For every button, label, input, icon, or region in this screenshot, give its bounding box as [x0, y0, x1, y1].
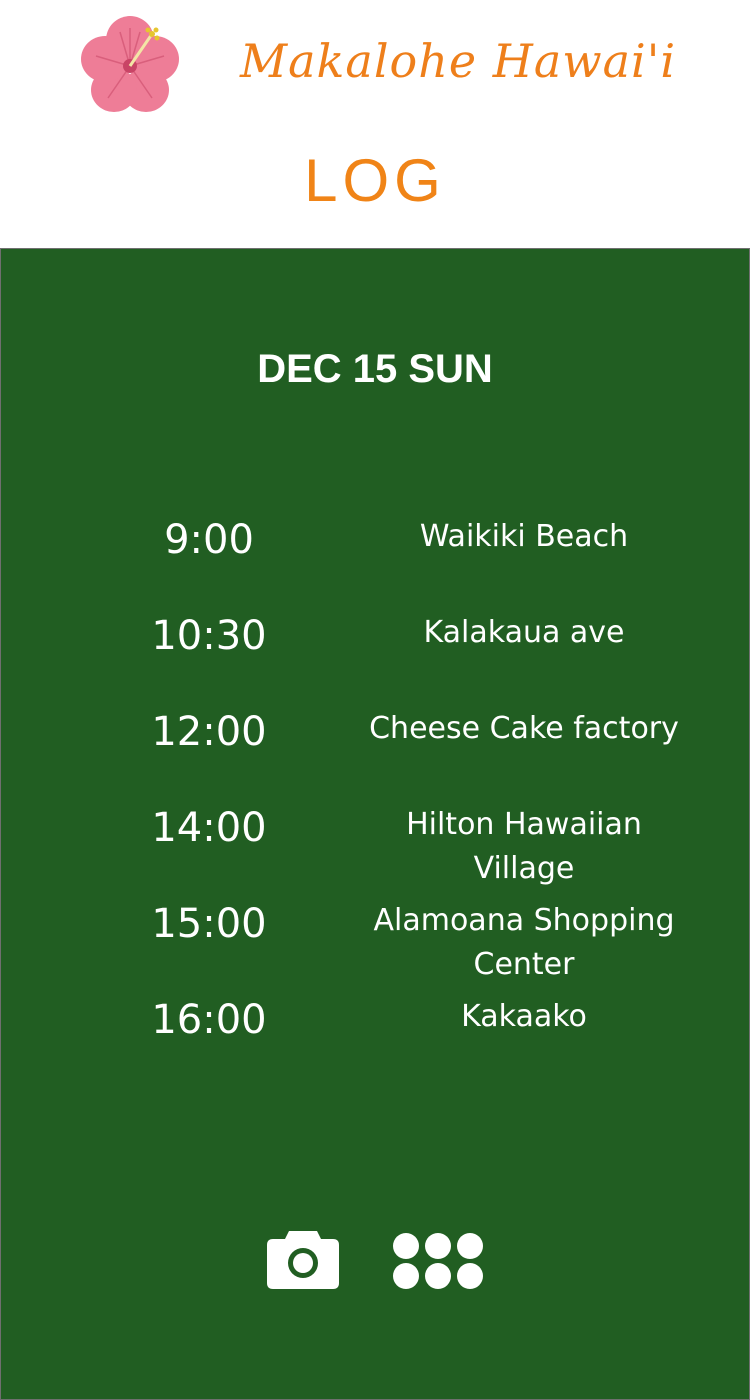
app-title: Makalohe Hawai'i — [240, 34, 677, 88]
log-place: Hilton Hawaiian Village — [406, 807, 642, 886]
log-place: Kalakaua ave — [423, 615, 625, 650]
page-title: LOG — [304, 147, 446, 214]
log-time: 15:00 — [151, 901, 267, 947]
hibiscus-flower-icon — [81, 16, 179, 112]
log-entry[interactable]: 14:00 Hilton Hawaiian Village — [1, 799, 749, 895]
log-time: 10:30 — [151, 613, 267, 659]
log-entry[interactable]: 16:00 Kakaako — [1, 991, 749, 1087]
app-header: Makalohe Hawai'i LOG — [0, 0, 750, 248]
log-place: Alamoana Shopping Center — [373, 903, 675, 982]
log-time: 12:00 — [151, 709, 267, 755]
grid-dots-icon — [393, 1233, 483, 1289]
log-place: Cheese Cake factory — [369, 711, 679, 746]
log-time: 14:00 — [151, 805, 267, 851]
log-entry[interactable]: 9:00 Waikiki Beach — [1, 511, 749, 607]
log-entry[interactable]: 15:00 Alamoana Shopping Center — [1, 895, 749, 991]
log-place: Waikiki Beach — [419, 519, 629, 554]
log-entry[interactable]: 10:30 Kalakaua ave — [1, 607, 749, 703]
log-time: 16:00 — [151, 997, 267, 1043]
grid-menu-button[interactable] — [391, 1231, 487, 1291]
log-time: 9:00 — [164, 517, 254, 563]
camera-icon — [267, 1231, 339, 1289]
camera-button[interactable] — [265, 1227, 341, 1291]
log-place: Kakaako — [461, 999, 587, 1034]
log-date: DEC 15 SUN — [257, 347, 493, 391]
log-panel: DEC 15 SUN 9:00 Waikiki Beach 10:30 Kala… — [0, 248, 750, 1400]
log-entry[interactable]: 12:00 Cheese Cake factory — [1, 703, 749, 799]
bottom-toolbar — [1, 1225, 749, 1295]
